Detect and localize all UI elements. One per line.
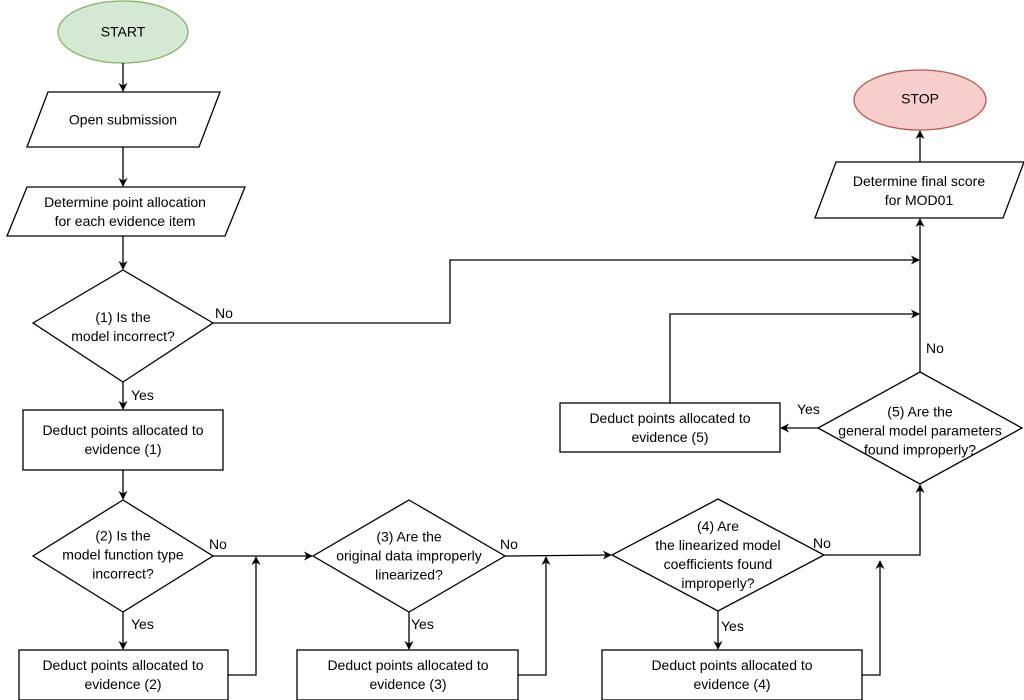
d1-no-label: No [215,305,233,321]
label-line: found improperly? [863,441,977,458]
label-line: evidence (3) [369,676,447,692]
decision-4-label: (4) Are the linearized model coefficient… [655,517,780,593]
decision-5-label: (5) Are the general model parameters fou… [838,403,1001,460]
d3-no-label: No [500,536,518,552]
point-allocation-label: Determine point allocation for each evid… [44,193,206,231]
label-line: for each evidence item [54,213,196,229]
label-line: linearized? [375,566,443,583]
decision-2-label: (2) Is the model function type incorrect… [62,527,183,584]
label-line: Deduct points allocated to [651,657,813,673]
flowchart-canvas [6,0,1024,700]
label-line: Deduct points allocated to [42,657,204,673]
label-line: incorrect? [92,565,154,582]
label-line: Determine final score [852,173,986,189]
label-line: (2) Is the [95,527,151,544]
deduct-3-label: Deduct points allocated to evidence (3) [327,656,488,694]
label-line: general model parameters [838,422,1002,439]
decision-1-label: (1) Is the model incorrect? [71,308,175,346]
label-line: Determine point allocation [44,194,206,210]
d2-yes-label: Yes [131,616,154,632]
edge-deduct2-up [228,556,261,676]
label-line: evidence (2) [84,676,162,692]
label-line: evidence (1) [84,441,162,457]
label-line: evidence (4) [693,676,771,692]
label-line: (4) Are [696,518,740,534]
label-line: Deduct points allocated to [589,410,751,426]
d2-no-label: No [209,536,227,552]
edge-deduct5-up [669,309,920,403]
stop-label: STOP [901,90,939,107]
d4-no-label: No [813,535,831,551]
d5-yes-label: Yes [797,401,820,417]
label-line: model incorrect? [71,328,175,344]
deduct-4-label: Deduct points allocated to evidence (4) [651,656,812,694]
d5-no-label: No [926,340,944,356]
label-line: model function type [62,546,184,563]
edge-d4-no [824,484,925,556]
decision-3-label: (3) Are the original data improperly lin… [336,528,482,585]
label-line: (5) Are the [887,403,953,420]
label-line: (1) Is the [95,309,151,325]
label-line: for MOD01 [884,192,954,208]
label-line: the linearized model [655,537,781,553]
edge-d3-no [504,550,612,560]
label-line: Deduct points allocated to [42,422,204,438]
label-line: evidence (5) [631,429,709,445]
label-line: (3) Are the [376,528,442,545]
label-line: coefficients found [663,556,773,572]
deduct-1-label: Deduct points allocated to evidence (1) [42,421,203,459]
final-score-label: Determine final score for MOD01 [853,172,985,210]
deduct-5-label: Deduct points allocated to evidence (5) [589,409,750,447]
deduct-2-label: Deduct points allocated to evidence (2) [42,656,203,694]
label-line: original data improperly [336,547,482,564]
start-label: START [100,23,146,40]
open-submission-label: Open submission [68,111,178,128]
d1-yes-label: Yes [131,387,154,403]
edge-deduct4-up [862,560,885,676]
label-line: improperly? [681,575,755,591]
label-line: Deduct points allocated to [327,657,489,673]
edge-deduct3-up [518,556,551,676]
d4-yes-label: Yes [721,618,744,634]
d3-yes-label: Yes [411,616,434,632]
